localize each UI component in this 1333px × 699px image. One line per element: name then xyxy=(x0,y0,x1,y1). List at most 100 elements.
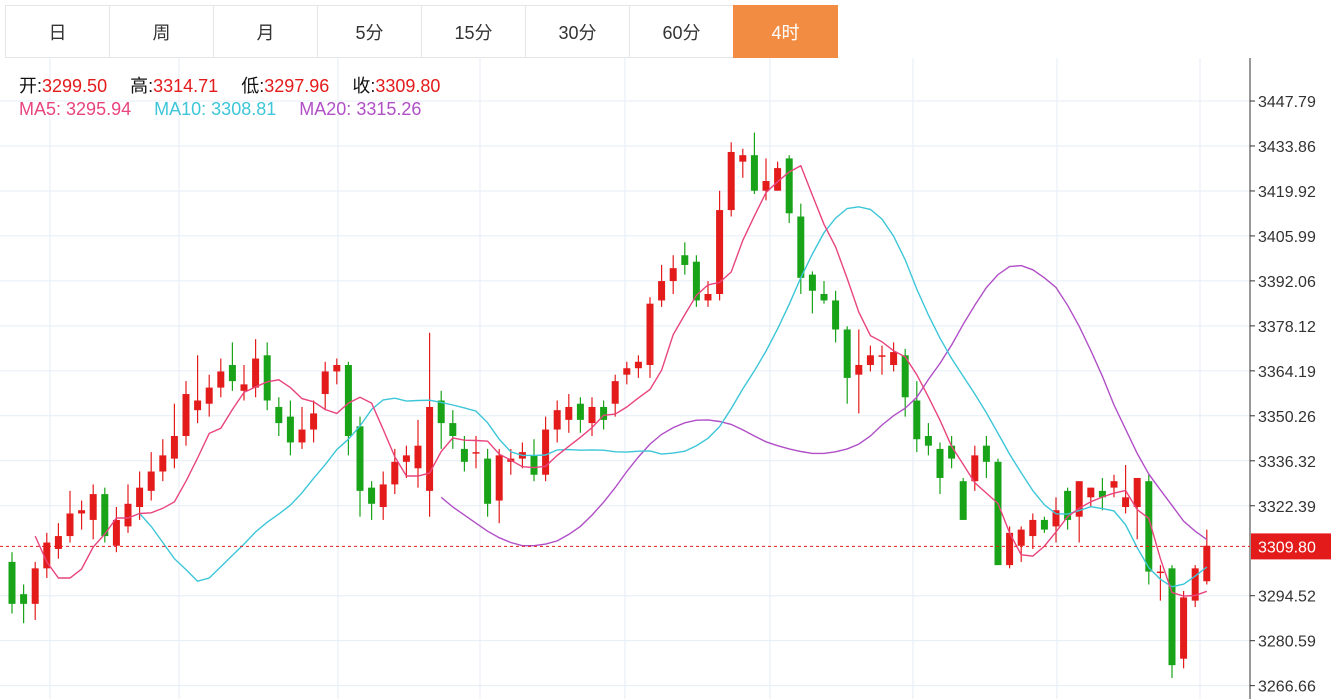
candle-body xyxy=(948,445,956,459)
ohlc-info: 开:3299.50 高:3314.71 低:3297.96 收:3309.80 xyxy=(19,72,458,98)
ma5-value: 3295.94 xyxy=(66,99,132,119)
candle-body xyxy=(808,274,816,291)
candle-body xyxy=(124,503,132,527)
candle-body xyxy=(1029,519,1037,537)
candle-body xyxy=(959,481,967,520)
tab-day[interactable]: 日 xyxy=(5,5,110,58)
candle-body xyxy=(890,352,898,365)
y-tick-label: 3392.06 xyxy=(1258,274,1316,291)
y-tick-label: 3364.19 xyxy=(1258,364,1316,381)
open-label: 开: xyxy=(19,76,43,96)
candle-body xyxy=(240,384,248,391)
candle-body xyxy=(739,155,747,162)
candle-body xyxy=(205,387,213,404)
candle-body xyxy=(8,561,16,604)
tab-week[interactable]: 周 xyxy=(109,5,214,58)
candle-body xyxy=(727,151,735,211)
candle-body xyxy=(1110,481,1118,488)
ma-info: MA5: 3295.94 MA10: 3308.81 MA20: 3315.26 xyxy=(19,99,439,120)
candle-body xyxy=(356,426,364,491)
y-tick-label: 3433.86 xyxy=(1258,139,1316,156)
candle-body xyxy=(855,364,863,375)
candle-body xyxy=(924,436,932,446)
candlestick-chart[interactable]: 3447.79 3433.86 3419.92 3405.99 3392.06 3378.… xyxy=(0,58,1333,699)
candle-body xyxy=(298,429,306,443)
y-tick-label: 3378.12 xyxy=(1258,319,1316,336)
candle-body xyxy=(565,406,573,420)
candle-body xyxy=(182,394,190,437)
candle-body xyxy=(472,452,480,454)
candle-body xyxy=(750,155,758,191)
candle-body xyxy=(576,403,584,420)
candle-body xyxy=(1040,519,1048,530)
candle-body xyxy=(78,510,86,514)
timeframe-tabs: 日 周 月 5分 15分 30分 60分 4时 xyxy=(5,5,838,58)
tab-month[interactable]: 月 xyxy=(213,5,318,58)
tab-5min[interactable]: 5分 xyxy=(317,5,422,58)
candle-body xyxy=(553,410,561,430)
ma10-label: MA10: xyxy=(154,99,207,119)
candle-body xyxy=(982,445,990,462)
low-label: 低: xyxy=(241,76,265,96)
candle-body xyxy=(634,361,642,369)
candle-body xyxy=(971,455,979,482)
candle-body xyxy=(820,293,828,301)
candle-body xyxy=(89,494,97,520)
ma10-readout: MA10: 3308.81 xyxy=(154,99,276,119)
candle-body xyxy=(611,381,619,404)
chart-canvas[interactable]: 3447.79 3433.86 3419.92 3405.99 3392.06 3378.… xyxy=(0,58,1333,699)
candle-body xyxy=(159,455,167,472)
candle-body xyxy=(426,406,434,491)
candle-body xyxy=(414,445,422,469)
candle-body xyxy=(170,436,178,459)
candle-body xyxy=(994,461,1002,566)
tab-30min[interactable]: 30分 xyxy=(525,5,630,58)
close-label: 收: xyxy=(352,76,376,96)
candle-body xyxy=(495,455,503,501)
candle-body xyxy=(658,281,666,301)
candle-body xyxy=(147,471,155,491)
last-price-label: 3309.80 xyxy=(1258,539,1316,556)
candle-body xyxy=(913,400,921,440)
candle-body xyxy=(646,303,654,365)
tab-4hour[interactable]: 4时 xyxy=(733,5,838,58)
ma20-value: 3315.26 xyxy=(356,99,422,119)
candle-body xyxy=(530,455,538,475)
ma20-line xyxy=(440,264,1208,547)
y-tick-label: 3447.79 xyxy=(1258,94,1316,111)
candle-body xyxy=(217,371,225,388)
candle-body xyxy=(1168,568,1176,666)
candle-body xyxy=(333,364,341,372)
candle-body xyxy=(1133,477,1141,508)
candle-body xyxy=(402,455,410,462)
candle-body xyxy=(797,216,805,278)
candle-body xyxy=(310,413,318,430)
candle-body xyxy=(449,423,457,437)
ma20-label: MA20: xyxy=(299,99,352,119)
y-tick-label: 3336.32 xyxy=(1258,454,1316,471)
candle-body xyxy=(878,355,886,357)
candle-body xyxy=(1156,571,1164,574)
candle-body xyxy=(31,568,39,604)
low-value: 3297.96 xyxy=(264,76,330,96)
candle-body xyxy=(1180,597,1188,659)
y-tick-label: 3419.92 xyxy=(1258,184,1316,201)
candle-body xyxy=(484,458,492,504)
ma5-label: MA5: xyxy=(19,99,62,119)
candle-body xyxy=(391,461,399,485)
candle-body xyxy=(681,255,689,265)
ma10-value: 3308.81 xyxy=(211,99,277,119)
candle-body xyxy=(368,487,376,504)
candle-body xyxy=(669,268,677,282)
y-tick-label: 3350.26 xyxy=(1258,409,1316,426)
candle-body xyxy=(437,400,445,424)
candle-body xyxy=(379,484,387,508)
candle-body xyxy=(252,358,260,388)
tab-15min[interactable]: 15分 xyxy=(421,5,526,58)
candle-body xyxy=(866,355,874,365)
candle-body xyxy=(194,400,202,411)
ma5-readout: MA5: 3295.94 xyxy=(19,99,131,119)
high-label: 高: xyxy=(130,76,154,96)
tab-60min[interactable]: 60分 xyxy=(629,5,734,58)
candle-body xyxy=(936,448,944,478)
